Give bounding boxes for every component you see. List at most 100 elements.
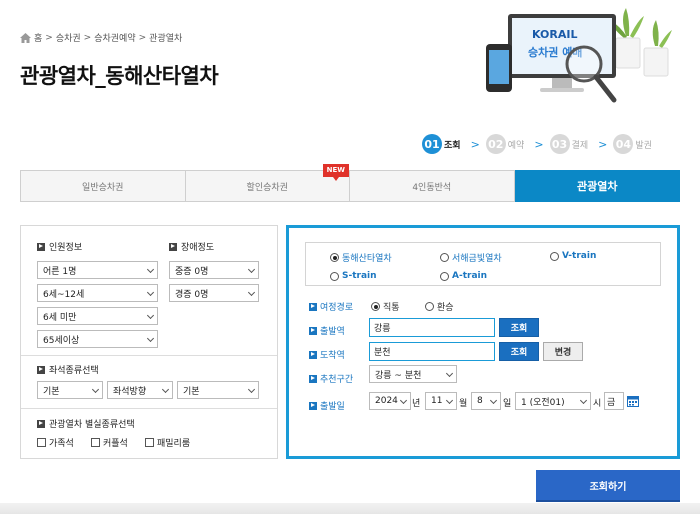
breadcrumb-separator: > [138,32,147,43]
radio-circle[interactable] [330,253,339,262]
step-search: 01 조회 > [422,134,480,154]
senior-count-select[interactable]: 65세이상 [37,330,158,348]
select-value: 11 [431,396,443,406]
radio-circle[interactable] [550,251,559,261]
arrival-search-button[interactable]: 조회 [499,342,539,361]
checkbox[interactable] [91,438,100,447]
radio-circle[interactable] [440,271,449,281]
divider [21,408,277,409]
seat-position-select[interactable]: 기본 [177,381,259,399]
select-value: 65세이상 [43,335,80,346]
passenger-info-label: 인원정보 [37,240,82,253]
select-value: 어른 1명 [43,266,77,277]
radio-label: A-train [452,271,488,281]
weekday-field: 금 [604,392,624,410]
chevron-down-icon [247,265,256,274]
hero-illustration: KORAIL 승차권 예매 [486,8,672,103]
select-value: 8 [477,396,483,406]
home-icon[interactable] [20,32,31,43]
disability-label: 장애정도 [169,240,214,253]
checkbox-label: 커플석 [103,439,128,449]
seat-type-select[interactable]: 기본 [37,381,103,399]
family-room-checkbox[interactable]: 패밀리룸 [145,436,190,449]
select-value: 경증 0명 [175,289,209,300]
bullet-arrow-icon [309,374,317,383]
section-label: 인원정보 [49,243,83,253]
radio-circle[interactable] [425,302,434,311]
step-number: 03 [549,134,570,154]
tab-label: 할인승차권 [246,182,288,193]
severe-disability-select[interactable]: 중증 0명 [169,261,259,279]
field-label: 출발역 [320,327,345,337]
breadcrumb-tourist-train[interactable]: 관광열차 [149,31,182,44]
departure-station-input[interactable]: 강릉 [369,318,495,337]
page-title: 관광열차_동해산타열차 [20,64,219,88]
radio-circle[interactable] [330,271,339,281]
field-label: 여정경로 [320,303,354,313]
select-value: 기본 [43,386,60,397]
new-badge: NEW [322,164,349,181]
step-number: 02 [485,134,506,154]
breadcrumb-reservation[interactable]: 승차권예약 [94,31,135,44]
family-seat-checkbox[interactable]: 가족석 [37,436,74,449]
radio-v-train[interactable]: V-train [550,251,596,261]
departure-search-button[interactable]: 조회 [499,318,539,337]
couple-seat-checkbox[interactable]: 커플석 [91,436,128,449]
chevron-down-icon [399,396,408,405]
chevron-down-icon [146,288,155,297]
bullet-arrow-icon [309,302,317,311]
seat-direction-select[interactable]: 좌석방향 [107,381,173,399]
select-value: 강릉 ~ 분천 [375,370,422,381]
radio-circle[interactable] [440,253,449,262]
field-label: 출발일 [320,402,345,412]
checkbox[interactable] [145,438,154,447]
train-selection-box: 동해산타열차 서해금빛열차 V-train S-train A-train [305,242,661,286]
radio-transfer[interactable]: 환승 [425,300,454,313]
month-select[interactable]: 11 [425,392,457,410]
radio-label: 환승 [437,303,454,313]
radio-direct[interactable]: 직통 [371,300,400,313]
select-value: 중증 0명 [175,266,209,277]
bullet-arrow-icon [169,242,177,251]
tab-four-person-seat[interactable]: 4인동반석 [349,170,515,202]
calendar-icon[interactable] [627,395,639,407]
radio-a-train[interactable]: A-train [440,271,487,281]
toddler-count-select[interactable]: 6세 미만 [37,307,158,325]
radio-s-train[interactable]: S-train [330,271,377,281]
swap-stations-button[interactable]: 변경 [543,342,583,361]
radio-circle[interactable] [371,302,380,311]
radio-donghae-santa[interactable]: 동해산타열차 [330,251,392,264]
step-number: 04 [613,134,634,154]
adult-count-select[interactable]: 어른 1명 [37,261,158,279]
radio-label: 서해금빛열차 [452,254,502,264]
chevron-down-icon [445,396,454,405]
child-count-select[interactable]: 6세~12세 [37,284,158,302]
search-submit-button[interactable]: 조회하기 [536,470,680,502]
breadcrumb: 홈 > 승차권 > 승차권예약 > 관광열차 [20,31,182,44]
route-label: 여정경로 [309,300,353,313]
mild-disability-select[interactable]: 경증 0명 [169,284,259,302]
tab-tourist-train[interactable]: 관광열차 [514,170,680,202]
year-select[interactable]: 2024 [369,392,411,410]
radio-label: 동해산타열차 [342,254,392,264]
date-label: 출발일 [309,399,345,412]
bullet-arrow-icon [309,326,317,335]
bullet-arrow-icon [309,401,317,410]
hour-select[interactable]: 1 (오전01) [515,392,591,410]
arrival-station-input[interactable]: 분천 [369,342,495,361]
radio-seohae-geumbit[interactable]: 서해금빛열차 [440,251,502,264]
tab-general-ticket[interactable]: 일반승차권 [20,170,185,202]
recommended-section-select[interactable]: 강릉 ~ 분천 [369,365,457,383]
bullet-arrow-icon [37,419,45,428]
day-select[interactable]: 8 [471,392,501,410]
chevron-down-icon [146,311,155,320]
reservation-steps: 01 조회 > 02 예약 > 03 결제 > 04 발권 [422,133,658,155]
breadcrumb-ticket[interactable]: 승차권 [56,31,81,44]
korail-logo: KORAIL [532,28,577,41]
breadcrumb-home[interactable]: 홈 [34,31,42,44]
checkbox[interactable] [37,438,46,447]
tab-discount-ticket[interactable]: 할인승차권 NEW [184,164,349,202]
chevron-down-icon [489,396,498,405]
select-value: 좌석방향 [113,386,147,397]
radio-label: V-train [562,251,597,261]
